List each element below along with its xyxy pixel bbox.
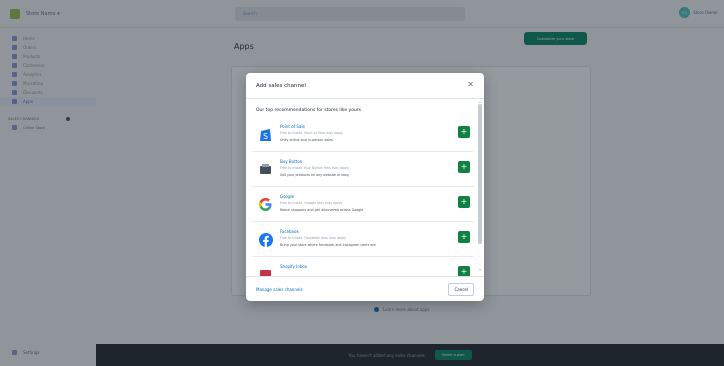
channel-meta: Free to install. Buy Button fees may app… — [280, 166, 350, 170]
google-icon — [258, 197, 273, 212]
facebook-icon — [258, 232, 273, 247]
channel-meta: Free to install. Facebook fees may apply — [280, 236, 347, 240]
add-channel-button[interactable]: + — [458, 126, 470, 138]
close-icon[interactable]: ✕ — [467, 81, 474, 89]
channel-row-google: Google Free to install. Google fees may … — [252, 188, 474, 222]
add-channel-button[interactable]: + — [458, 266, 470, 276]
channel-description: Sell your products on any website or blo… — [280, 173, 349, 177]
point-of-sale-icon: S — [258, 127, 273, 142]
channel-row-point-of-sale: S Point of Sale Free to install. Point o… — [252, 118, 474, 152]
channel-description: Unify online and in-person sales — [280, 138, 333, 142]
channel-row-buy-button: Buy Button Free to install. Buy Button f… — [252, 153, 474, 187]
modal-header: Add sales channel ✕ — [246, 73, 484, 99]
modal-body: Our top recommendations for stores like … — [246, 100, 484, 276]
channel-meta: Free to install. Point of Sale may apply — [280, 131, 344, 135]
channel-row-facebook: Facebook Free to install. Facebook fees … — [252, 223, 474, 257]
add-channel-button[interactable]: + — [458, 231, 470, 243]
recommendations-heading: Our top recommendations for stores like … — [256, 108, 362, 113]
shopify-inbox-icon — [258, 267, 273, 276]
cancel-button[interactable]: Cancel — [448, 282, 474, 296]
channel-name[interactable]: Point of Sale — [280, 124, 305, 129]
channel-name[interactable]: Buy Button — [280, 159, 302, 164]
buy-button-icon — [258, 162, 273, 177]
modal-title: Add sales channel — [256, 82, 306, 89]
channel-row-shopify-inbox: Shopify Inbox + — [252, 258, 474, 276]
add-sales-channel-modal: Add sales channel ✕ Our top recommendati… — [246, 73, 484, 301]
scroll-down-icon[interactable]: ▾ — [478, 268, 482, 272]
channel-description: Bring your store where Facebook and Inst… — [280, 243, 376, 247]
add-channel-button[interactable]: + — [458, 161, 470, 173]
channel-name[interactable]: Shopify Inbox — [280, 264, 307, 269]
channel-description: Reach shoppers and get discovered across… — [280, 208, 364, 212]
add-channel-button[interactable]: + — [458, 196, 470, 208]
svg-text:S: S — [263, 132, 268, 141]
channel-name[interactable]: Google — [280, 194, 294, 199]
manage-sales-channels-link[interactable]: Manage sales channels — [256, 287, 303, 292]
modal-scrollbar[interactable]: ▴ ▾ — [478, 100, 482, 276]
modal-footer: Manage sales channels Cancel — [246, 276, 484, 301]
channel-name[interactable]: Facebook — [280, 229, 299, 234]
scroll-thumb[interactable] — [478, 104, 482, 244]
channel-meta: Free to install. Google fees may apply — [280, 201, 343, 205]
